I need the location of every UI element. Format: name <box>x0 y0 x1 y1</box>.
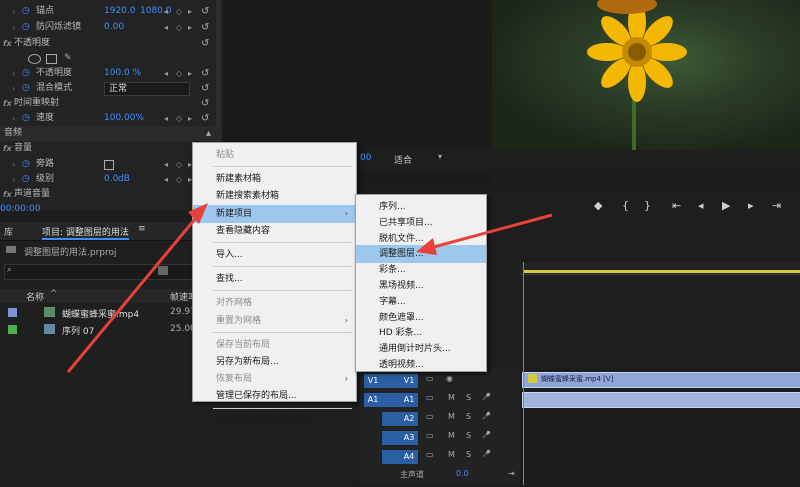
arrow-head-right <box>416 238 437 255</box>
arrow-head-left <box>188 203 208 224</box>
annotation-arrows <box>66 203 553 373</box>
arrow-line-left <box>66 212 202 373</box>
arrow-line-right <box>429 213 553 250</box>
